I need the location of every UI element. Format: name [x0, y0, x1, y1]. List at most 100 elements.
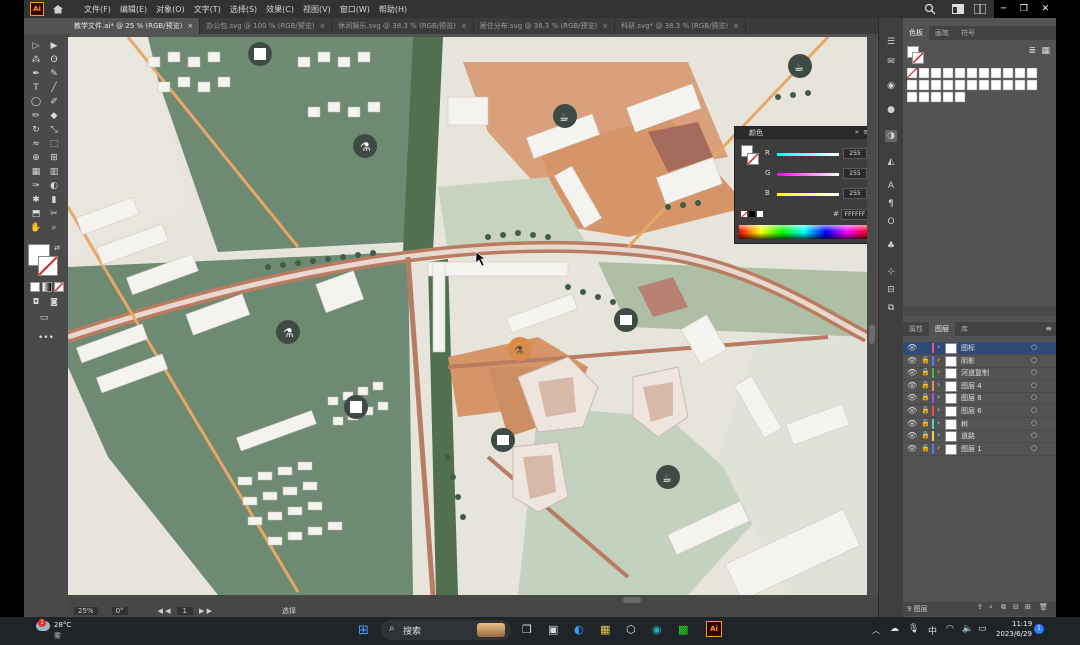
- menu-item[interactable]: 选择(S): [230, 4, 257, 15]
- layer-name[interactable]: 图层 6: [961, 406, 982, 416]
- type-tool-icon[interactable]: T: [30, 82, 42, 94]
- line-tool-icon[interactable]: ╱: [48, 82, 60, 94]
- symbols-icon[interactable]: ♣: [885, 240, 897, 252]
- expand-chevron-icon[interactable]: ›: [937, 355, 940, 364]
- paragraph-icon[interactable]: ¶: [885, 198, 897, 210]
- ime-indicator[interactable]: 中: [928, 624, 937, 637]
- layer-name[interactable]: 图层 8: [961, 393, 982, 403]
- expand-chevron-icon[interactable]: ›: [937, 443, 940, 452]
- visibility-eye-icon[interactable]: 👁: [907, 393, 917, 402]
- layer-row[interactable]: 👁 🔒 › 图层 6 ○: [903, 405, 1056, 418]
- cloud-icon[interactable]: ☁: [890, 624, 899, 634]
- none-color-icon[interactable]: [740, 211, 748, 219]
- swatch-grid[interactable]: [906, 67, 1045, 104]
- app-wave-icon[interactable]: ◉: [652, 623, 662, 636]
- swatch-panel-tab[interactable]: 画笔: [929, 26, 955, 40]
- character-icon[interactable]: A: [885, 180, 897, 192]
- black-color-icon[interactable]: [749, 211, 755, 217]
- layers-menu-icon[interactable]: ≡: [1045, 324, 1052, 333]
- layers-panel-tab[interactable]: 图层: [929, 322, 955, 336]
- artboard-number[interactable]: 1: [176, 607, 193, 615]
- zoom-field[interactable]: 25%: [74, 607, 98, 615]
- close-tab-icon[interactable]: ×: [187, 22, 193, 30]
- layer-row[interactable]: 👁 🔒 › 河道复制 ○: [903, 367, 1056, 381]
- illustrator-taskbar-icon[interactable]: Ai: [706, 621, 722, 637]
- target-circle-icon[interactable]: ○: [1031, 368, 1037, 376]
- color-mode-icon[interactable]: [30, 282, 40, 292]
- target-circle-icon[interactable]: ○: [1031, 381, 1037, 389]
- layer-name[interactable]: 图标: [961, 343, 975, 353]
- lock-icon[interactable]: 🔒: [921, 444, 930, 452]
- target-circle-icon[interactable]: ○: [1031, 419, 1037, 427]
- color-stroke-swatch[interactable]: [747, 153, 759, 165]
- target-circle-icon[interactable]: ○: [1031, 393, 1037, 401]
- horizontal-scroll-thumb[interactable]: [623, 597, 641, 603]
- vertical-scroll-thumb[interactable]: [869, 324, 875, 344]
- warp-tool-icon[interactable]: ≈: [30, 138, 42, 150]
- vertical-scrollbar[interactable]: [867, 34, 877, 604]
- layers-panel-tab[interactable]: 属性: [903, 322, 929, 336]
- free-transform-icon[interactable]: ⬚: [48, 138, 60, 150]
- new-layer-icon[interactable]: ⊞: [1025, 603, 1031, 611]
- layer-name[interactable]: 图层 4: [961, 381, 982, 391]
- expand-chevron-icon[interactable]: ›: [937, 367, 940, 376]
- document-tab[interactable]: 休闲娱乐.svg @ 38.3 % (RGB/预览) ×: [332, 18, 474, 34]
- search-icon[interactable]: [924, 3, 936, 15]
- color-spectrum[interactable]: [739, 225, 869, 239]
- stroke-swatch[interactable]: [38, 256, 58, 276]
- target-circle-icon[interactable]: ○: [1031, 406, 1037, 414]
- layer-name[interactable]: 阴影: [961, 356, 975, 366]
- hex-value[interactable]: FFFFFF: [841, 209, 869, 220]
- visibility-eye-icon[interactable]: 👁: [907, 419, 917, 428]
- target-circle-icon[interactable]: ○: [1031, 356, 1037, 364]
- lock-icon[interactable]: 🔒: [921, 356, 930, 364]
- menu-item[interactable]: 编辑(E): [120, 4, 147, 15]
- target-circle-icon[interactable]: ○: [1031, 444, 1037, 452]
- layer-name[interactable]: 河道复制: [961, 368, 989, 378]
- app-cube-icon[interactable]: ⬡: [626, 623, 636, 636]
- target-circle-icon[interactable]: ○: [1031, 343, 1037, 351]
- symbol-sprayer-icon[interactable]: ✱: [30, 194, 42, 206]
- r-value[interactable]: 255: [843, 148, 867, 159]
- align-icon[interactable]: ⊟: [885, 284, 897, 296]
- visibility-eye-icon[interactable]: 👁: [907, 368, 917, 377]
- appearance-icon[interactable]: ●: [885, 104, 897, 116]
- minimize-icon[interactable]: ─: [1001, 4, 1006, 14]
- layer-row[interactable]: 👁 › 图标 ○: [903, 342, 1056, 355]
- pen-tool-icon[interactable]: ✒: [30, 68, 42, 80]
- paintbrush-icon[interactable]: ✐: [48, 96, 60, 108]
- workspace-icon[interactable]: [974, 4, 986, 14]
- layer-row[interactable]: 👁 🔒 › 道路 ○: [903, 430, 1056, 444]
- expand-chevron-icon[interactable]: ›: [937, 342, 940, 351]
- taskbar-search[interactable]: ⌕ 搜索: [381, 620, 511, 640]
- expand-chevron-icon[interactable]: ›: [937, 392, 940, 401]
- edge-browser-icon[interactable]: ◐: [574, 623, 584, 636]
- artboard-tool-icon[interactable]: ⬒: [30, 208, 42, 220]
- home-icon[interactable]: [52, 4, 64, 14]
- lock-icon[interactable]: 🔒: [921, 368, 930, 376]
- grid-view-icon[interactable]: ▦: [1041, 46, 1050, 56]
- color-panel-icon[interactable]: ◑: [885, 130, 897, 142]
- menu-item[interactable]: 对象(O): [156, 4, 185, 15]
- visibility-eye-icon[interactable]: 👁: [907, 444, 917, 453]
- ellipse-tool-icon[interactable]: ◯: [30, 96, 42, 108]
- store-icon[interactable]: ▦: [600, 623, 610, 636]
- r-slider[interactable]: [777, 153, 839, 156]
- notification-badge[interactable]: 1: [1034, 624, 1044, 634]
- close-tab-icon[interactable]: ×: [461, 22, 467, 30]
- curvature-tool-icon[interactable]: ✎: [48, 68, 60, 80]
- magic-wand-icon[interactable]: ⁂: [30, 54, 42, 66]
- battery-icon[interactable]: ▭: [978, 624, 987, 634]
- b-value[interactable]: 255: [843, 188, 867, 199]
- artboard-nav-icon[interactable]: ◀ ◀: [158, 607, 171, 615]
- none-mode-icon[interactable]: [54, 282, 64, 292]
- layer-name[interactable]: 树: [961, 419, 968, 429]
- swatch-panel-tab[interactable]: 符号: [955, 26, 981, 40]
- perspective-grid-icon[interactable]: ⊞: [48, 152, 60, 164]
- swap-fill-stroke-icon[interactable]: ⇄: [51, 242, 63, 254]
- properties-icon[interactable]: ☰: [885, 36, 897, 48]
- shape-builder-icon[interactable]: ⊕: [30, 152, 42, 164]
- document-tab[interactable]: 科研.svg* @ 38.3 % (RGB/预览) ×: [615, 18, 747, 34]
- show-hidden-icons-icon[interactable]: ︿: [872, 625, 880, 636]
- layer-row[interactable]: 👁 🔒 › 图层 4 ○: [903, 380, 1056, 393]
